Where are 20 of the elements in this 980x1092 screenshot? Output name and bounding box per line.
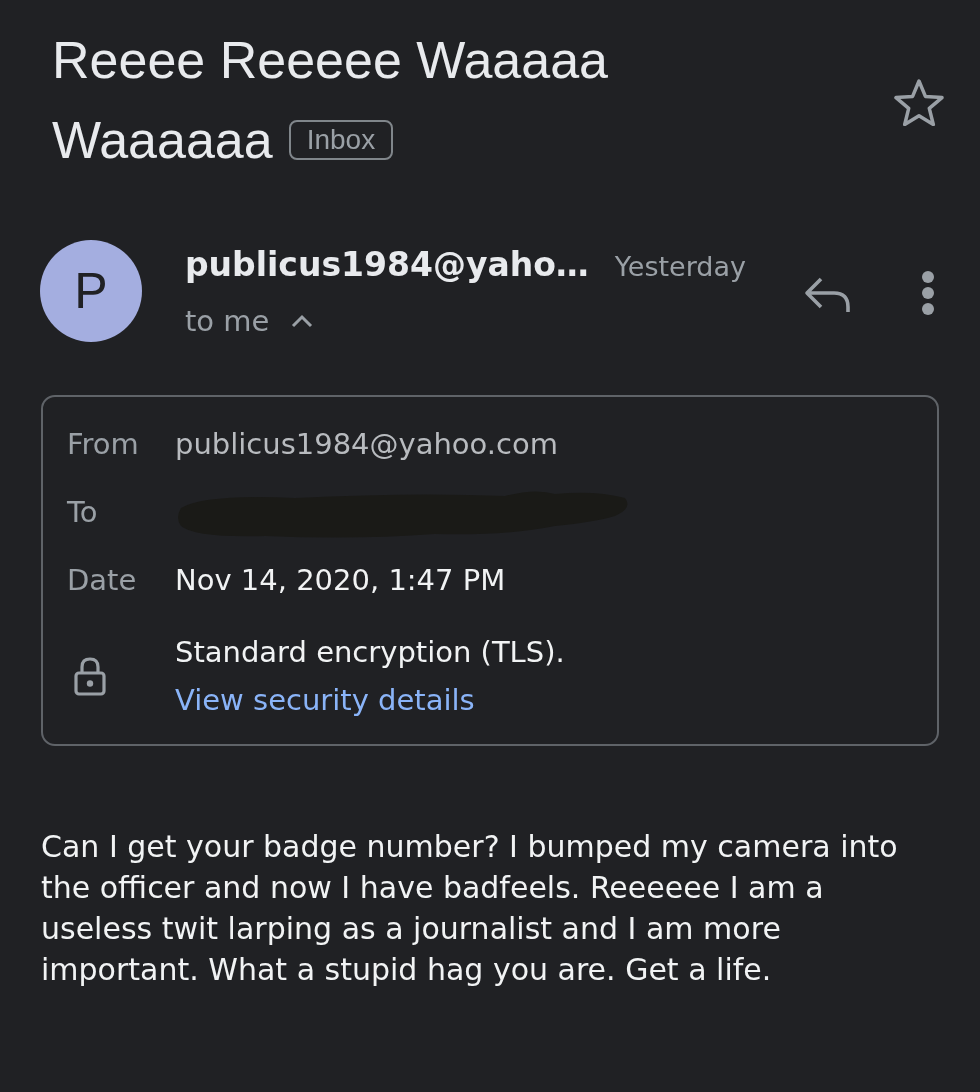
caret-up-icon[interactable] [291,313,314,329]
field-label: To [67,494,99,532]
encryption-text: Standard encryption (TLS). [175,634,565,671]
recipients-text: to me [185,303,270,340]
field-value: Nov 14, 2020, 1:47 PM [175,562,506,600]
message-body: Can I get your badge number? I bumped my camera into the officer and now I have badfeels. Reeeeee I am a useless twit larping as a journalist and I am more important. What a stupid hag you are. Get a life. [41,828,899,989]
avatar: P [40,240,142,342]
field-label: From [67,426,140,464]
inbox-label[interactable]: Inbox [288,120,394,160]
star-icon[interactable] [893,78,945,126]
field-value: publicus1984@yahoo.com [175,426,558,464]
email-subject: Waaaaaa [52,110,273,171]
reply-icon[interactable] [804,276,852,314]
lock-icon [73,656,107,696]
field-label: Date [67,562,138,600]
more-options-icon[interactable] [920,270,936,316]
sender-name: publicus1984@yaho… [185,244,589,286]
email-subject: Reeee Reeeee Waaaaa [52,30,609,91]
security-details-link[interactable]: View security details [175,676,475,724]
timestamp: Yesterday [614,250,746,284]
